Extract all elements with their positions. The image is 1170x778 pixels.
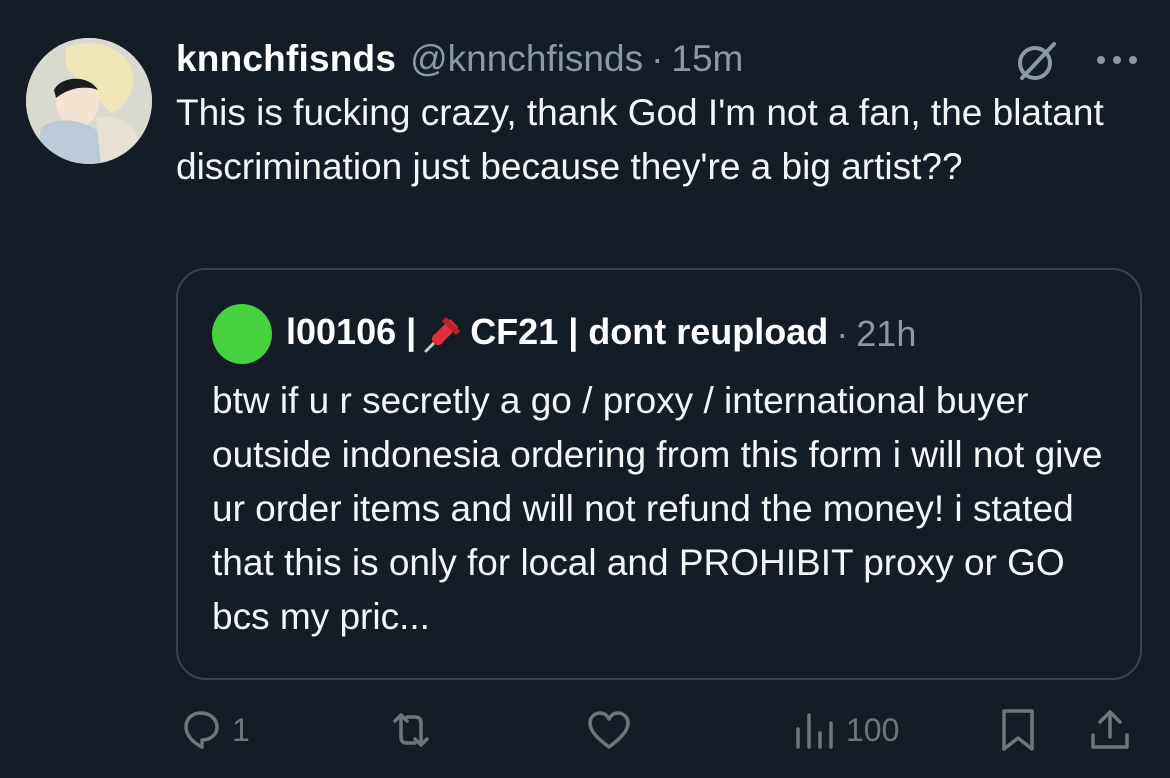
quoted-author-name-part2: CF21 | dont reupload [470, 310, 829, 352]
quoted-tweet[interactable]: l00106 | CF21 | dont reupload · 21h btw … [176, 268, 1142, 680]
author-display-name[interactable]: knnchfisnds [176, 38, 396, 80]
quoted-author-avatar[interactable] [212, 304, 272, 364]
quoted-timestamp[interactable]: 21h [856, 313, 916, 355]
quoted-separator-dot: · [836, 313, 849, 354]
views-button[interactable]: 100 [792, 700, 899, 760]
author-handle[interactable]: @knnchfisnds [410, 38, 643, 80]
repost-icon [393, 713, 429, 747]
grok-icon[interactable] [1014, 38, 1060, 84]
quoted-tweet-header: l00106 | CF21 | dont reupload · 21h [212, 304, 916, 364]
repost-button[interactable] [387, 700, 443, 760]
share-icon [1091, 710, 1129, 749]
separator-dot: · [651, 38, 664, 79]
tweet-action-bar: 1 100 [0, 700, 1170, 760]
more-icon[interactable] [1094, 50, 1140, 70]
quoted-author-name[interactable]: l00106 | CF21 | dont reupload [286, 311, 828, 357]
tweet-text: This is fucking crazy, thank God I'm not… [176, 92, 1104, 187]
tweet-header: knnchfisnds @knnchfisnds · 15m [176, 36, 743, 82]
like-button[interactable] [585, 700, 641, 760]
pushpin-icon [424, 317, 461, 353]
reply-count: 1 [232, 711, 250, 748]
tweet-timestamp[interactable]: 15m [671, 38, 743, 80]
views-count: 100 [846, 711, 900, 748]
reply-icon [184, 711, 219, 749]
reply-button[interactable]: 1 [178, 700, 250, 760]
bookmark-button[interactable] [998, 700, 1038, 760]
like-icon [588, 711, 630, 749]
share-button[interactable] [1088, 700, 1132, 760]
bookmark-icon [1002, 709, 1034, 751]
views-icon [796, 713, 833, 749]
quoted-author-name-part1: l00106 | [286, 310, 417, 352]
quoted-tweet-text: btw if u r secretly a go / proxy / inter… [212, 380, 1103, 637]
author-avatar[interactable] [26, 38, 152, 164]
